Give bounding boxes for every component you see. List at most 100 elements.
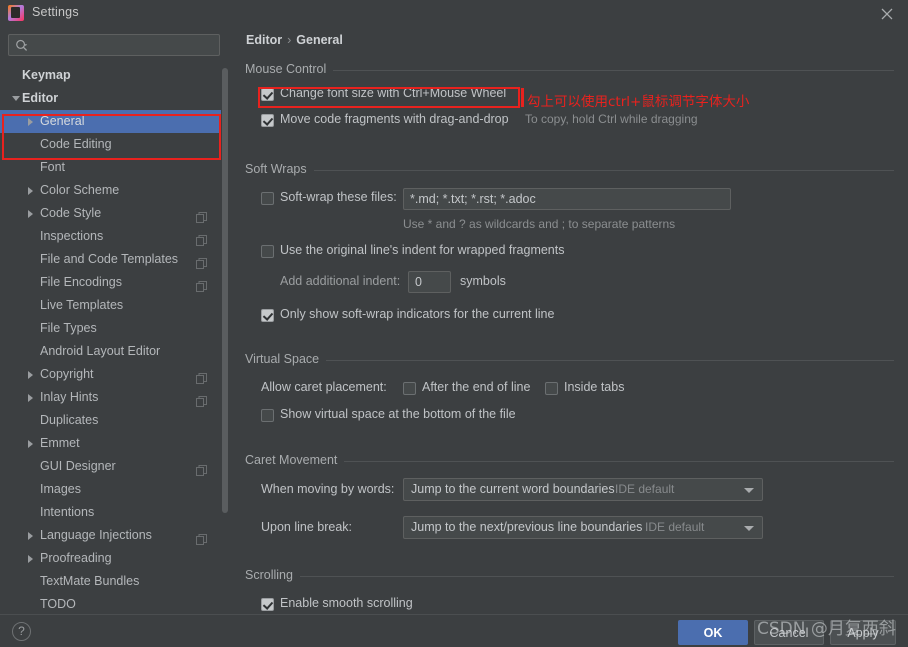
chevron-down-icon[interactable] — [744, 488, 754, 493]
sidebar-item-proofreading[interactable]: Proofreading — [0, 547, 221, 570]
combo-upon-line-break[interactable]: Jump to the next/previous line boundarie… — [403, 516, 763, 539]
section-title-caret-movement: Caret Movement — [245, 453, 345, 467]
sidebar-item-label: File and Code Templates — [40, 252, 179, 266]
sidebar-item-copyright[interactable]: Copyright — [0, 363, 221, 386]
chevron-down-icon[interactable] — [744, 526, 754, 531]
sidebar-item-label: General — [40, 114, 85, 128]
sidebar-item-label: Language Injections — [40, 528, 152, 542]
sidebar-item-file-encodings[interactable]: File Encodings — [0, 271, 221, 294]
sidebar-item-font[interactable]: Font — [0, 156, 221, 179]
title-bar: IJ Settings — [0, 0, 908, 26]
sidebar-item-intentions[interactable]: Intentions — [0, 501, 221, 524]
sidebar-item-inlay-hints[interactable]: Inlay Hints — [0, 386, 221, 409]
checkbox-label: Inside tabs — [564, 380, 625, 394]
sidebar-item-label: Keymap — [22, 68, 71, 82]
hint-move-fragments: To copy, hold Ctrl while dragging — [525, 112, 698, 126]
section-divider — [245, 576, 894, 577]
combo-when-moving-by-words[interactable]: Jump to the current word boundaries IDE … — [403, 478, 763, 501]
sidebar-item-label: Proofreading — [40, 551, 112, 565]
soft-wrap-files-input[interactable] — [403, 188, 731, 210]
sidebar-item-label: Emmet — [40, 436, 80, 450]
hint-wildcards: Use * and ? as wildcards and ; to separa… — [403, 217, 676, 231]
sidebar-item-duplicates[interactable]: Duplicates — [0, 409, 221, 432]
combo-value: Jump to the next/previous line boundarie… — [411, 520, 643, 534]
cancel-button[interactable]: Cancel — [754, 620, 824, 645]
sidebar-item-label: Code Style — [40, 206, 102, 220]
sidebar-item-label: GUI Designer — [40, 459, 116, 473]
sidebar-item-keymap[interactable]: Keymap — [0, 64, 221, 87]
checkbox-box[interactable] — [261, 409, 274, 422]
section-divider — [245, 170, 894, 171]
sidebar-item-color-scheme[interactable]: Color Scheme — [0, 179, 221, 202]
checkbox-box[interactable] — [261, 192, 274, 205]
checkbox-label: Enable smooth scrolling — [280, 596, 413, 610]
ok-button[interactable]: OK — [678, 620, 748, 645]
sidebar-item-label: Duplicates — [40, 413, 99, 427]
section-title-mouse-control: Mouse Control — [245, 62, 334, 76]
breadcrumb-parent[interactable]: Editor — [246, 33, 282, 47]
sidebar-item-emmet[interactable]: Emmet — [0, 432, 221, 455]
window-title: Settings — [32, 5, 79, 19]
chevron-right-icon[interactable] — [28, 210, 33, 218]
sidebar-item-inspections[interactable]: Inspections — [0, 225, 221, 248]
sidebar-item-label: TextMate Bundles — [40, 574, 140, 588]
sidebar-item-textmate-bundles[interactable]: TextMate Bundles — [0, 570, 221, 593]
checkbox-label: After the end of line — [422, 380, 531, 394]
sidebar-scrollbar[interactable] — [221, 68, 228, 637]
sidebar-item-label: File Types — [40, 321, 97, 335]
section-divider — [245, 70, 894, 71]
checkbox-label: Soft-wrap these files: — [280, 190, 397, 204]
sidebar-item-gui-designer[interactable]: GUI Designer — [0, 455, 221, 478]
chevron-right-icon[interactable] — [28, 187, 33, 195]
combo-default-tag: IDE default — [615, 482, 675, 496]
checkbox-label: Show virtual space at the bottom of the … — [280, 407, 516, 421]
checkbox-box[interactable] — [545, 382, 558, 395]
checkbox-label: Change font size with Ctrl+Mouse Wheel — [280, 86, 507, 100]
combo-default-tag: IDE default — [645, 520, 705, 534]
checkbox-box[interactable] — [403, 382, 416, 395]
help-icon[interactable]: ? — [12, 622, 31, 641]
chevron-right-icon[interactable] — [28, 394, 33, 402]
breadcrumb-current: General — [296, 33, 343, 47]
chevron-right-icon[interactable] — [28, 555, 33, 563]
chevron-right-icon[interactable] — [28, 118, 33, 126]
checkbox-box[interactable] — [261, 309, 274, 322]
sidebar-item-label: Inlay Hints — [40, 390, 99, 404]
sidebar-item-label: Inspections — [40, 229, 104, 243]
chevron-right-icon[interactable] — [28, 440, 33, 448]
sidebar-item-todo[interactable]: TODO — [0, 593, 221, 616]
section-title-scrolling: Scrolling — [245, 568, 300, 582]
sidebar-item-label: Copyright — [40, 367, 94, 381]
sidebar-item-label: Images — [40, 482, 81, 496]
sidebar-item-android-layout-editor[interactable]: Android Layout Editor — [0, 340, 221, 363]
search-field[interactable] — [8, 34, 220, 56]
search-input[interactable] — [35, 35, 215, 55]
dialog-footer: ? OK Cancel Apply — [0, 614, 908, 647]
sidebar-item-label: Android Layout Editor — [40, 344, 161, 358]
apply-button[interactable]: Apply — [830, 620, 896, 645]
checkbox-box[interactable] — [261, 245, 274, 258]
close-icon[interactable] — [872, 2, 902, 24]
chevron-right-icon[interactable] — [28, 532, 33, 540]
checkbox-box[interactable] — [261, 598, 274, 611]
sidebar-item-label: Color Scheme — [40, 183, 120, 197]
breadcrumb-separator: › — [287, 33, 292, 47]
intellij-idea-icon: IJ — [8, 5, 24, 21]
sidebar-item-label: Live Templates — [40, 298, 124, 312]
sidebar-item-code-style[interactable]: Code Style — [0, 202, 221, 225]
checkbox-box[interactable] — [261, 114, 274, 127]
sidebar-item-live-templates[interactable]: Live Templates — [0, 294, 221, 317]
sidebar-item-general[interactable]: General — [0, 110, 221, 133]
checkbox-box[interactable] — [261, 88, 274, 101]
sidebar-item-file-types[interactable]: File Types — [0, 317, 221, 340]
chevron-down-icon[interactable] — [12, 96, 20, 101]
chevron-right-icon[interactable] — [28, 371, 33, 379]
section-title-virtual-space: Virtual Space — [245, 352, 327, 366]
settings-dialog: IJ Settings Keymap Editor General Code Edit… — [0, 0, 908, 647]
sidebar-item-images[interactable]: Images — [0, 478, 221, 501]
sidebar-item-language-injections[interactable]: Language Injections — [0, 524, 221, 547]
sidebar-item-file-and-code-templates[interactable]: File and Code Templates — [0, 248, 221, 271]
sidebar-item-editor[interactable]: Editor — [0, 87, 221, 110]
additional-indent-input[interactable] — [408, 271, 451, 293]
sidebar-item-code-editing[interactable]: Code Editing — [0, 133, 221, 156]
